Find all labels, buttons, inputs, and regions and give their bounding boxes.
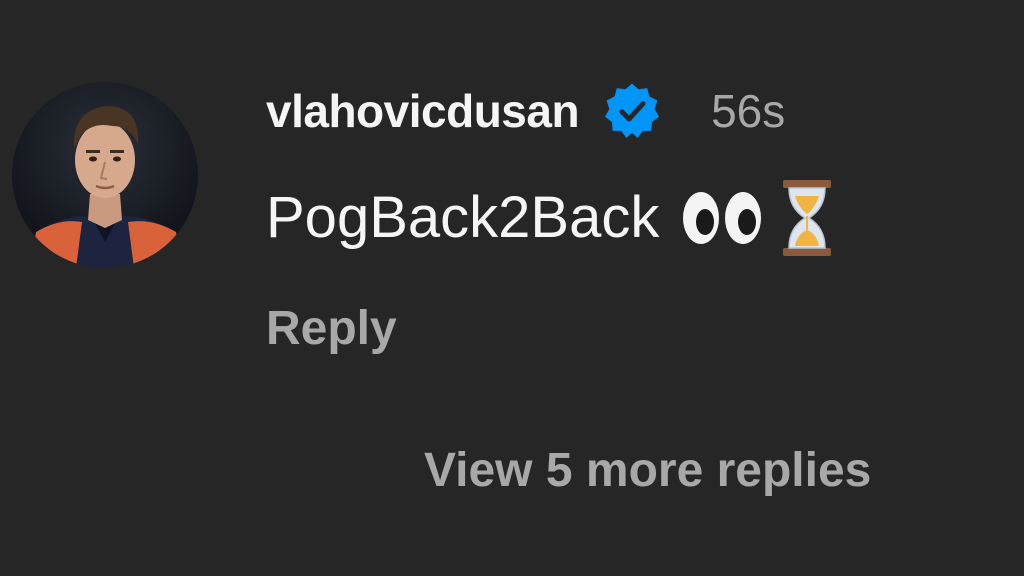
- comment-timestamp: 56s: [711, 85, 786, 137]
- avatar[interactable]: [12, 82, 198, 268]
- view-more-replies-button[interactable]: View 5 more replies: [424, 442, 871, 500]
- hourglass-emoji-icon: [777, 178, 837, 258]
- comment-header: vlahovicdusan 56s: [266, 78, 785, 144]
- reply-button[interactable]: Reply: [266, 300, 397, 358]
- comment-item: vlahovicdusan 56s PogBack2Back Reply Vie…: [0, 0, 1024, 576]
- eyes-emoji-icon: [681, 190, 763, 246]
- comment-text: PogBack2Back: [266, 185, 660, 250]
- username-link[interactable]: vlahovicdusan: [266, 88, 580, 134]
- profile-photo: [30, 106, 182, 268]
- verified-badge-icon: [603, 82, 661, 140]
- comment-body: PogBack2Back: [266, 178, 837, 258]
